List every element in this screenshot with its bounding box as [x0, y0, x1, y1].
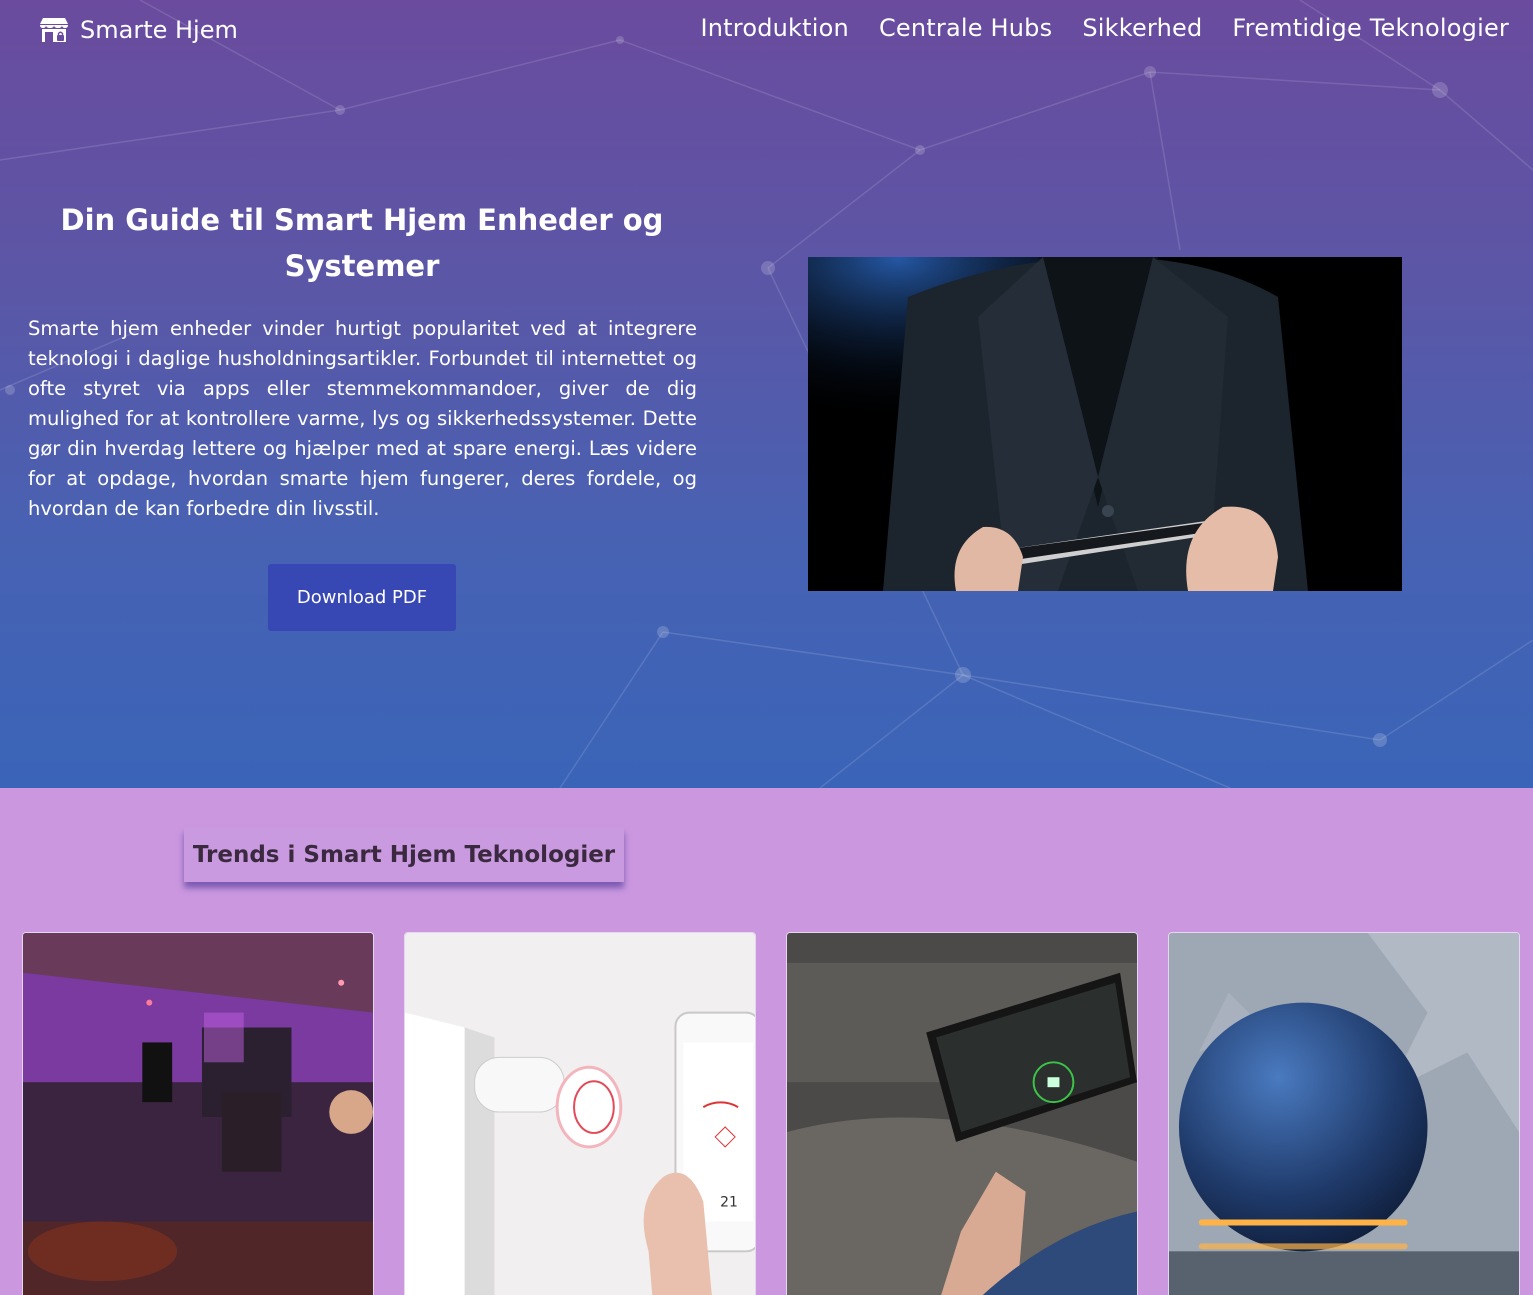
nav-links: Introduktion Centrale Hubs Sikkerhed Fre… [700, 14, 1509, 42]
trend-card-smart-thermostat[interactable]: 21 [404, 932, 756, 1295]
hero-title: Din Guide til Smart Hjem Enheder og Syst… [60, 203, 664, 283]
trend-card-smart-speaker[interactable] [1168, 932, 1520, 1295]
trend-card-smart-security[interactable] [786, 932, 1138, 1295]
hero-image-tablet [808, 257, 1402, 591]
hero-section: Smarte Hjem Introduktion Centrale Hubs S… [0, 0, 1533, 788]
store-icon [40, 18, 68, 42]
nav-link-fremtidige-teknologier[interactable]: Fremtidige Teknologier [1232, 14, 1509, 42]
top-nav: Smarte Hjem Introduktion Centrale Hubs S… [0, 0, 1533, 62]
nav-link-introduktion[interactable]: Introduktion [700, 14, 848, 42]
nav-link-centrale-hubs[interactable]: Centrale Hubs [879, 14, 1052, 42]
download-pdf-button[interactable]: Download PDF [268, 564, 456, 631]
trend-card-smart-lighting[interactable] [22, 932, 374, 1295]
nav-link-sikkerhed[interactable]: Sikkerhed [1082, 14, 1202, 42]
brand-link[interactable]: Smarte Hjem [38, 16, 238, 44]
hero-text: Smarte hjem enheder vinder hurtigt popul… [28, 317, 697, 520]
smart-thermostat-image: 21 [405, 933, 755, 1295]
smart-security-image [787, 933, 1137, 1295]
smart-speaker-image [1169, 933, 1519, 1295]
smart-lighting-image [23, 933, 373, 1295]
brand-name: Smarte Hjem [80, 16, 238, 44]
trends-heading: Trends i Smart Hjem Teknologier [184, 827, 624, 882]
svg-text:21: 21 [720, 1195, 738, 1211]
